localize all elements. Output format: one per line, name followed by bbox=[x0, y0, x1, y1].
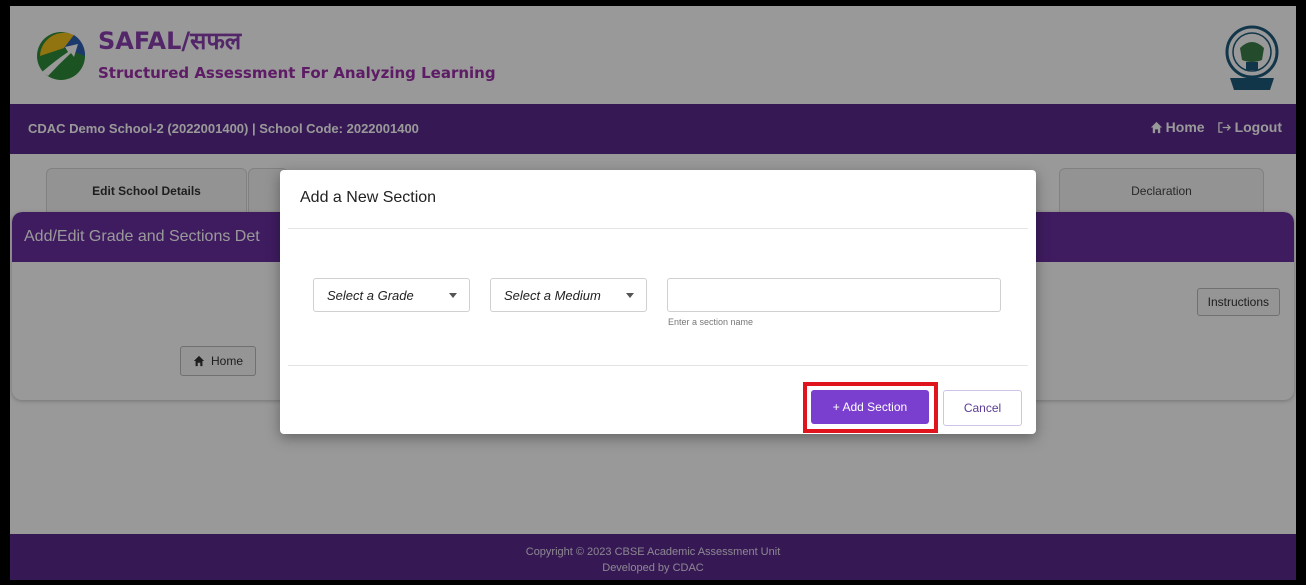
grade-select[interactable]: Select a Grade bbox=[313, 278, 470, 312]
medium-select-value: Select a Medium bbox=[504, 287, 601, 303]
highlight-box bbox=[803, 382, 938, 433]
grade-select-value: Select a Grade bbox=[327, 287, 414, 303]
modal-title: Add a New Section bbox=[300, 189, 437, 206]
section-name-input[interactable] bbox=[667, 278, 1001, 312]
modal-footer-divider bbox=[288, 365, 1028, 366]
page: SAFAL/सफल Structured Assessment For Anal… bbox=[10, 6, 1296, 580]
cancel-button[interactable]: Cancel bbox=[943, 390, 1022, 426]
modal-header-divider bbox=[288, 228, 1028, 229]
medium-select[interactable]: Select a Medium bbox=[490, 278, 647, 312]
chevron-down-icon bbox=[449, 293, 457, 298]
chevron-down-icon bbox=[626, 293, 634, 298]
add-section-modal: Add a New Section Select a Grade Select … bbox=[280, 170, 1036, 434]
section-name-hint: Enter a section name bbox=[668, 317, 754, 327]
